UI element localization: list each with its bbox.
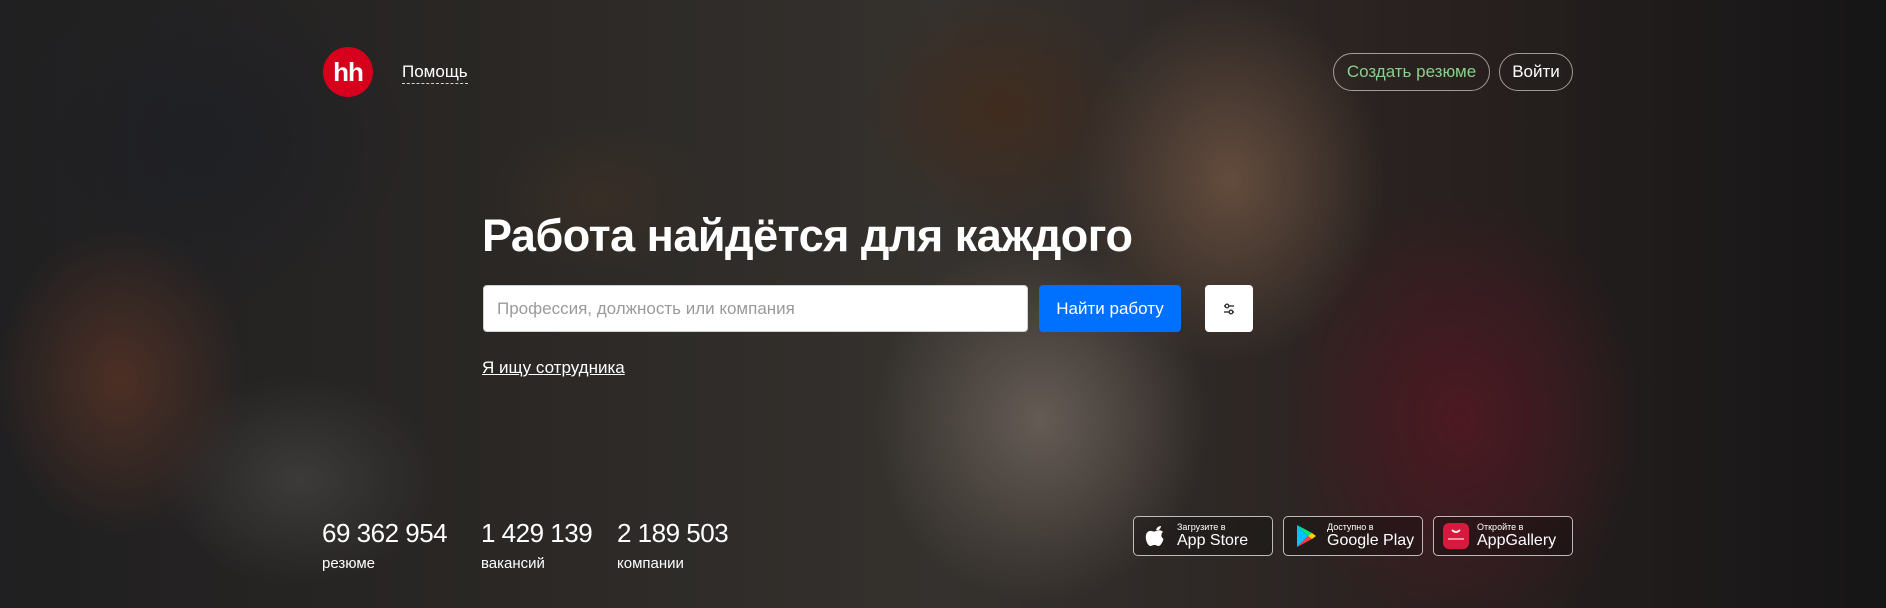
stat-vacancies: 1 429 139 вакансий	[481, 518, 593, 572]
huawei-appgallery-icon	[1443, 523, 1469, 549]
employer-link[interactable]: Я ищу сотрудника	[482, 358, 625, 378]
apple-icon	[1143, 523, 1169, 549]
stat-value: 2 189 503	[617, 518, 729, 548]
help-link[interactable]: Помощь	[402, 62, 468, 84]
appgallery-badge[interactable]: Откройте в AppGallery	[1433, 516, 1573, 556]
advanced-search-button[interactable]	[1205, 285, 1253, 332]
stat-resumes: 69 362 954 резюме	[322, 518, 448, 572]
stat-companies: 2 189 503 компании	[617, 518, 729, 572]
store-caption: Откройте в	[1477, 522, 1524, 532]
create-resume-button[interactable]: Создать резюме	[1333, 53, 1490, 91]
store-name: AppGallery	[1477, 532, 1557, 549]
store-name: Google Play	[1327, 532, 1415, 549]
store-caption: Доступно в	[1327, 522, 1374, 532]
hh-logo[interactable]: hh	[323, 47, 373, 97]
store-caption: Загрузите в	[1177, 522, 1226, 532]
find-job-button[interactable]: Найти работу	[1039, 285, 1181, 332]
stat-label: компании	[617, 555, 684, 572]
search-input[interactable]: Профессия, должность или компания	[483, 285, 1028, 332]
stat-value: 1 429 139	[481, 518, 593, 548]
search-placeholder: Профессия, должность или компания	[497, 298, 795, 318]
app-store-badge[interactable]: Загрузите в App Store	[1133, 516, 1273, 556]
hero-title: Работа найдётся для каждого	[482, 210, 1133, 261]
google-play-icon	[1293, 523, 1319, 549]
store-name: App Store	[1177, 532, 1249, 549]
stat-label: резюме	[322, 555, 375, 572]
stat-value: 69 362 954	[322, 518, 448, 548]
logo-text: hh	[333, 56, 364, 87]
filter-icon	[1224, 303, 1234, 314]
google-play-badge[interactable]: Доступно в Google Play	[1283, 516, 1423, 556]
stat-label: вакансий	[481, 555, 545, 572]
login-button[interactable]: Войти	[1499, 53, 1573, 91]
